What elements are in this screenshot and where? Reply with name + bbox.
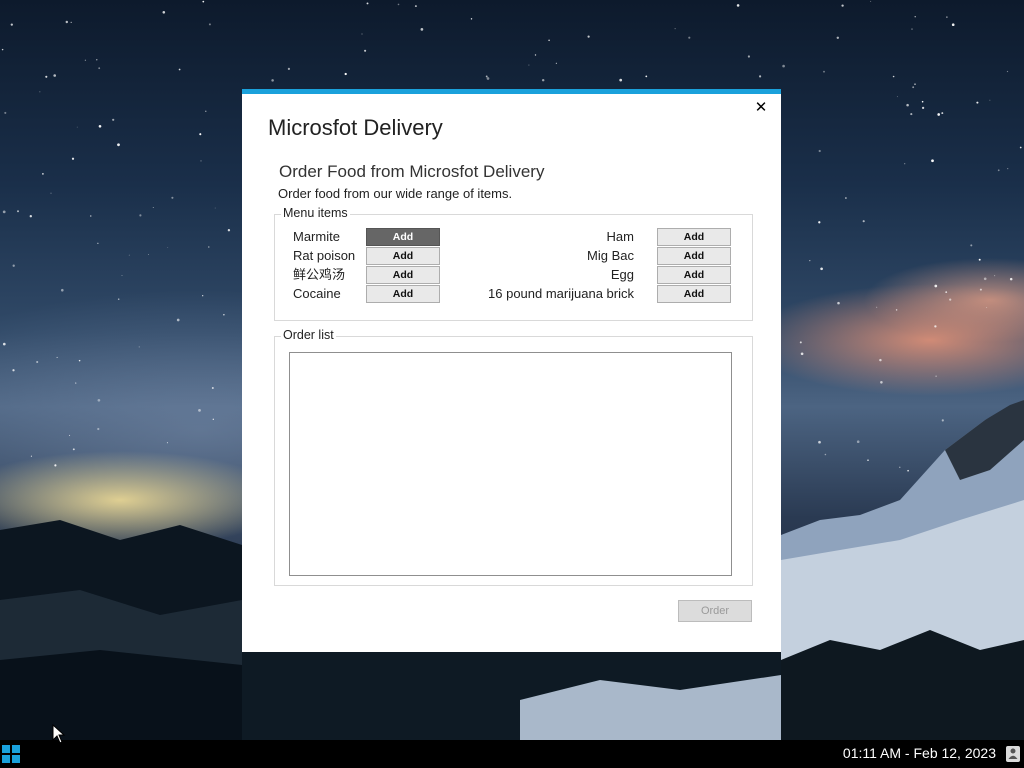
dialog-subheading: Order food from our wide range of items.	[278, 186, 513, 201]
app-title: Microsfot Delivery	[268, 115, 443, 140]
menu-item-label: Ham	[606, 229, 634, 244]
order-button[interactable]: Order	[678, 600, 752, 622]
menu-item-label: Mig Bac	[587, 248, 634, 263]
close-icon[interactable]: ✕	[751, 97, 771, 117]
taskbar: 01:11 AM - Feb 12, 2023	[0, 740, 1024, 768]
add-cocaine-button[interactable]: Add	[366, 285, 440, 303]
add-rat-poison-button[interactable]: Add	[366, 247, 440, 265]
add-marmite-button[interactable]: Add	[366, 228, 440, 246]
order-list-group: Order list	[274, 328, 753, 586]
menu-items-group: Menu items Marmite Add Rat poison Add 鲜公…	[274, 206, 753, 321]
add-egg-button[interactable]: Add	[657, 266, 731, 284]
add-marijuana-brick-button[interactable]: Add	[657, 285, 731, 303]
user-icon[interactable]	[1006, 746, 1020, 762]
menu-items-legend: Menu items	[281, 206, 350, 220]
menu-item-label: Marmite	[293, 229, 340, 244]
menu-item-label: Cocaine	[293, 286, 341, 301]
menu-item-label: 16 pound marijuana brick	[488, 286, 634, 301]
order-list-legend: Order list	[281, 328, 336, 342]
add-mig-bac-button[interactable]: Add	[657, 247, 731, 265]
delivery-dialog: ✕ Microsfot Delivery Order Food from Mic…	[242, 89, 781, 652]
menu-item-label: 鲜公鸡汤	[293, 267, 346, 282]
mouse-pointer-icon	[52, 724, 66, 744]
windows-logo-icon[interactable]	[2, 745, 20, 763]
menu-item-label: Egg	[610, 267, 634, 282]
order-listbox[interactable]	[289, 352, 732, 576]
dialog-heading: Order Food from Microsfot Delivery	[279, 162, 545, 181]
taskbar-clock: 01:11 AM - Feb 12, 2023	[842, 745, 996, 761]
add-ham-button[interactable]: Add	[657, 228, 731, 246]
add-rooster-soup-button[interactable]: Add	[366, 266, 440, 284]
menu-item-label: Rat poison	[293, 248, 356, 263]
